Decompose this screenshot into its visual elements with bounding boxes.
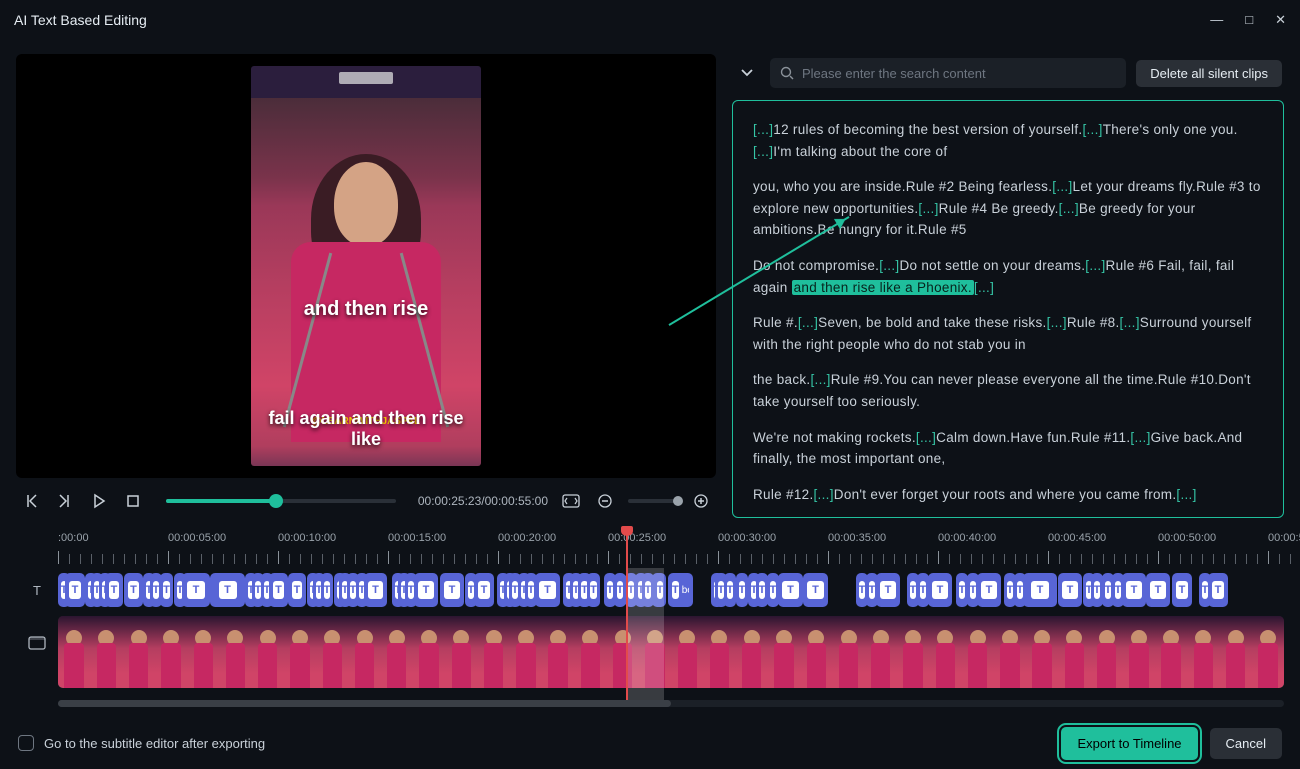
text-clip[interactable]: T xyxy=(65,573,85,607)
export-button[interactable]: Export to Timeline xyxy=(1061,727,1197,760)
text-clip[interactable]: T xyxy=(778,573,803,607)
cancel-button[interactable]: Cancel xyxy=(1210,728,1282,759)
subtitle-editor-checkbox[interactable] xyxy=(18,735,34,751)
video-track-icon xyxy=(16,616,58,650)
transcript-text[interactable]: [...]12 rules of becoming the best versi… xyxy=(732,100,1284,518)
prev-frame-button[interactable] xyxy=(20,490,42,512)
video-panel: and then rise @LEARNWITHJASPAL fail agai… xyxy=(16,54,716,518)
transcript-panel: Delete all silent clips [...]12 rules of… xyxy=(732,54,1284,518)
text-clip[interactable]: T xyxy=(803,573,828,607)
text-clip[interactable]: T xyxy=(1146,573,1170,607)
text-clip[interactable]: T xyxy=(724,573,736,607)
minimize-icon[interactable]: — xyxy=(1210,12,1223,28)
text-clip[interactable]: T xyxy=(440,573,464,607)
search-input[interactable] xyxy=(802,66,1116,81)
text-clip[interactable]: T xyxy=(414,573,438,607)
search-box[interactable] xyxy=(770,58,1126,88)
timeline-ruler[interactable]: :00:0000:00:05:0000:00:10:0000:00:15:000… xyxy=(58,532,1284,568)
video-caption-bottom: fail again and then rise like xyxy=(251,408,481,450)
video-content: and then rise @LEARNWITHJASPAL fail agai… xyxy=(251,66,481,466)
text-clip[interactable]: T xyxy=(587,573,600,607)
zoom-slider[interactable] xyxy=(628,499,678,503)
stop-button[interactable] xyxy=(122,490,144,512)
aspect-ratio-button[interactable] xyxy=(560,490,582,512)
text-clip[interactable]: Tbe b... xyxy=(668,573,693,607)
titlebar: AI Text Based Editing — □ ✕ xyxy=(0,0,1300,40)
text-track-icon: T xyxy=(16,583,58,598)
text-track[interactable]: TTTTTTTTTTTTTTTTTTTTTTTTTTTTTTTTTTTTTTTT… xyxy=(58,573,1284,607)
text-clip[interactable]: T xyxy=(105,573,123,607)
time-display: 00:00:25:23/00:00:55:00 xyxy=(418,494,548,508)
text-clip[interactable]: T xyxy=(1058,573,1082,607)
window-controls: — □ ✕ xyxy=(1210,12,1286,28)
collapse-icon[interactable] xyxy=(734,60,760,86)
text-clip[interactable]: T xyxy=(1122,573,1146,607)
text-clip[interactable]: T xyxy=(124,573,143,607)
timeline-scrollbar[interactable] xyxy=(58,700,1284,707)
next-frame-button[interactable] xyxy=(54,490,76,512)
playhead[interactable] xyxy=(626,532,628,704)
close-icon[interactable]: ✕ xyxy=(1275,12,1286,28)
text-clip[interactable]: T xyxy=(1208,573,1228,607)
text-clip[interactable]: T xyxy=(535,573,560,607)
maximize-icon[interactable]: □ xyxy=(1245,12,1253,28)
text-clip[interactable]: T xyxy=(182,573,210,607)
text-clip[interactable]: T xyxy=(474,573,494,607)
text-clip[interactable]: T xyxy=(928,573,952,607)
window-title: AI Text Based Editing xyxy=(14,12,147,28)
video-track[interactable]: ▸12 Rules to Become Your Best Self ⭐ 🙏 P… xyxy=(58,616,1284,688)
playback-scrubber[interactable] xyxy=(166,499,396,503)
delete-silent-button[interactable]: Delete all silent clips xyxy=(1136,60,1282,87)
text-clip[interactable]: T xyxy=(1023,573,1057,607)
text-clip[interactable]: T xyxy=(364,573,387,607)
text-clip[interactable]: T xyxy=(1172,573,1192,607)
video-caption-large: and then rise xyxy=(251,298,481,321)
text-clip[interactable]: T xyxy=(160,573,173,607)
selection-region[interactable] xyxy=(628,568,664,704)
footer: Go to the subtitle editor after exportin… xyxy=(0,717,1300,769)
search-icon xyxy=(780,66,794,80)
text-clip[interactable]: T xyxy=(876,573,900,607)
text-clip[interactable]: T xyxy=(736,573,748,607)
player-controls: 00:00:25:23/00:00:55:00 xyxy=(16,478,716,518)
text-clip[interactable]: T xyxy=(321,573,333,607)
play-button[interactable] xyxy=(88,490,110,512)
text-clip[interactable]: T xyxy=(288,573,306,607)
zoom-out-button[interactable] xyxy=(594,490,616,512)
highlighted-text[interactable]: and then rise like a Phoenix. xyxy=(792,280,974,295)
text-clip[interactable]: T xyxy=(269,573,288,607)
video-preview[interactable]: and then rise @LEARNWITHJASPAL fail agai… xyxy=(16,54,716,478)
zoom-in-button[interactable] xyxy=(690,490,712,512)
text-clip[interactable]: T xyxy=(977,573,1001,607)
text-clip[interactable]: T xyxy=(210,573,245,607)
timeline: :00:0000:00:05:0000:00:10:0000:00:15:000… xyxy=(16,532,1284,722)
subtitle-editor-label: Go to the subtitle editor after exportin… xyxy=(44,736,265,751)
